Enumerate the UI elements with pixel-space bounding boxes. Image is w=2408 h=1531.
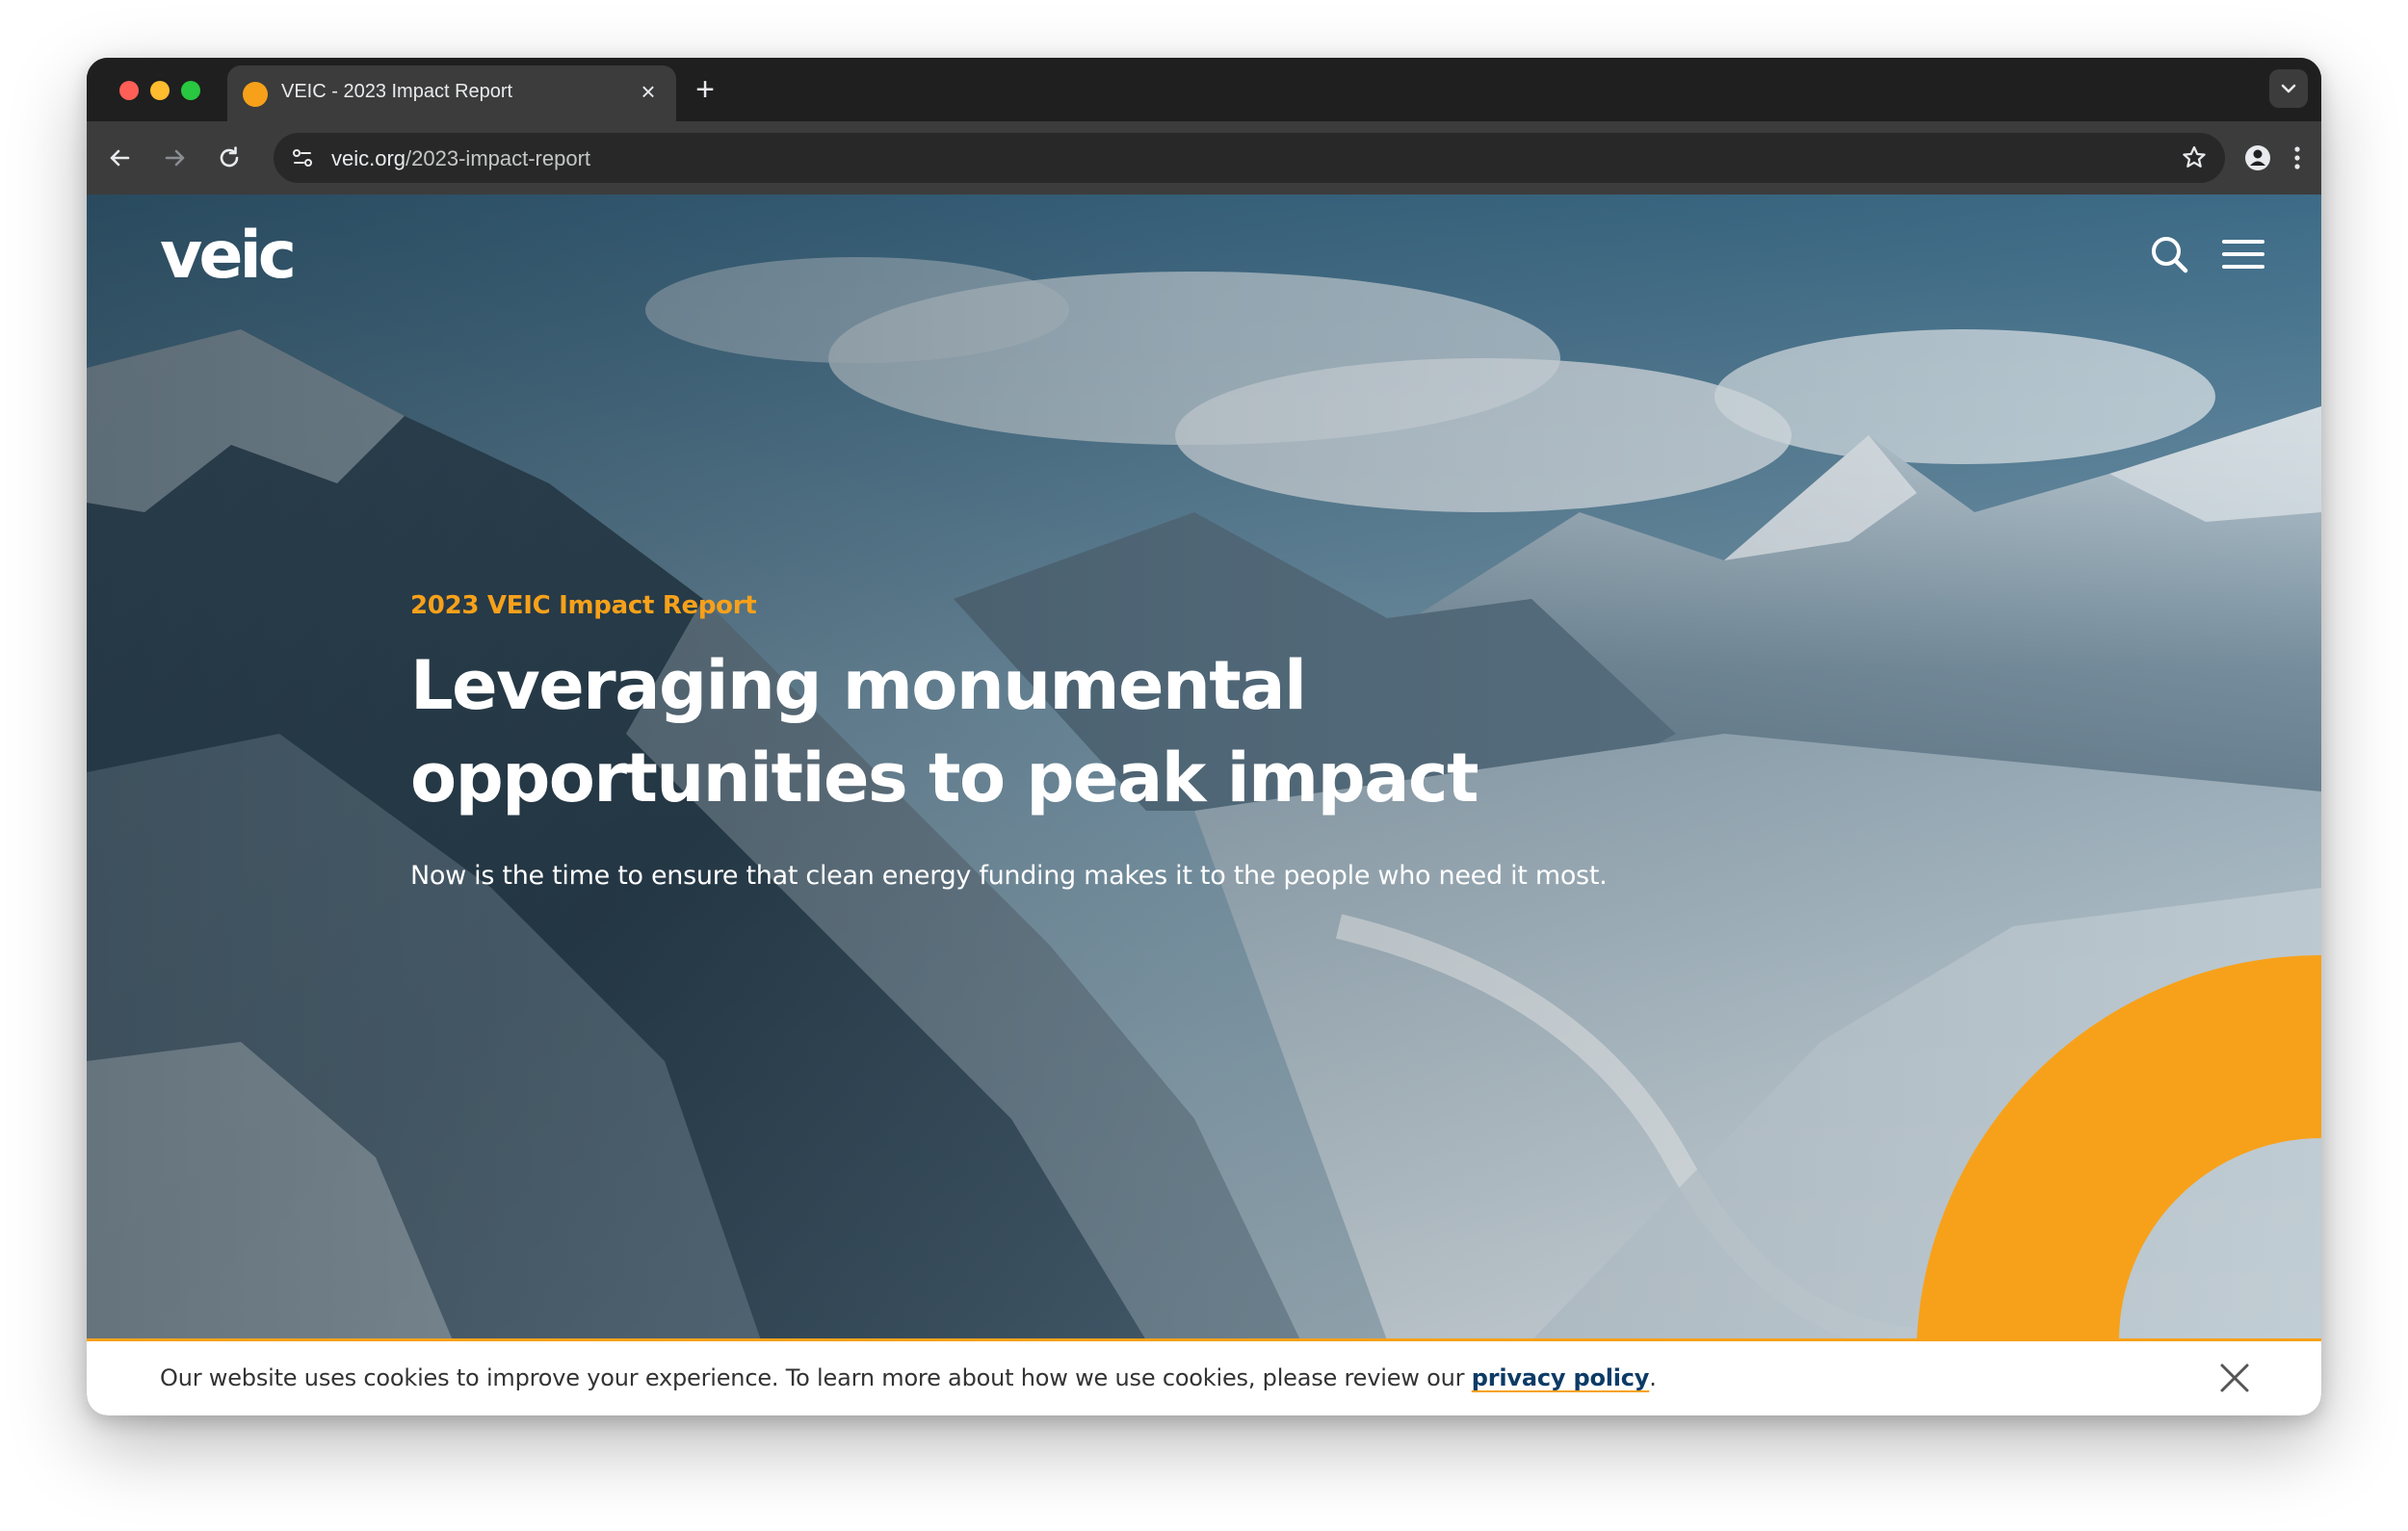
star-icon xyxy=(2183,145,2206,168)
hero-subhead: Now is the time to ensure that clean ene… xyxy=(410,861,1608,891)
cookie-message-text: Our website uses cookies to improve your… xyxy=(160,1364,1472,1391)
veic-logo[interactable]: veic xyxy=(160,223,297,289)
menu-button[interactable] xyxy=(2221,235,2265,273)
tab-close-icon[interactable]: × xyxy=(634,77,663,106)
browser-window: VEIC - 2023 Impact Report × + veic.org/2… xyxy=(87,58,2321,1415)
close-window-button[interactable] xyxy=(119,81,139,100)
hero-headline-line-1: Leveraging monumental xyxy=(410,646,1307,725)
hamburger-menu-icon xyxy=(2222,240,2264,269)
reload-button[interactable] xyxy=(212,141,247,175)
veic-favicon-icon xyxy=(243,82,268,107)
search-button[interactable] xyxy=(2148,233,2190,275)
minimize-window-button[interactable] xyxy=(150,81,170,100)
new-tab-button[interactable]: + xyxy=(688,73,722,108)
more-vertical-icon xyxy=(2294,146,2300,169)
cookie-banner: Our website uses cookies to improve your… xyxy=(87,1338,2321,1415)
hero-headline: Leveraging monumental opportunities to p… xyxy=(410,639,1566,824)
profile-icon xyxy=(2245,145,2270,170)
tab-veic-impact-report[interactable]: VEIC - 2023 Impact Report × xyxy=(227,65,676,121)
arrow-right-icon xyxy=(165,149,185,167)
search-icon xyxy=(2152,237,2188,273)
hero-headline-line-2: opportunities to peak impact xyxy=(410,739,1479,817)
privacy-policy-link[interactable]: privacy policy xyxy=(1472,1364,1650,1391)
tab-title: VEIC - 2023 Impact Report xyxy=(281,81,513,102)
maximize-window-button[interactable] xyxy=(181,81,200,100)
tab-search-button[interactable] xyxy=(2269,69,2308,108)
tab-strip: VEIC - 2023 Impact Report × + xyxy=(87,58,2321,121)
orange-arc-decoration xyxy=(1917,955,2321,1340)
chevron-down-icon xyxy=(2281,84,2296,93)
address-bar[interactable]: veic.org/2023-impact-report xyxy=(274,133,2225,183)
bookmark-button[interactable] xyxy=(2177,141,2212,175)
url-text[interactable]: veic.org/2023-impact-report xyxy=(331,146,590,171)
forward-button[interactable] xyxy=(158,141,193,175)
close-icon xyxy=(2220,1363,2249,1392)
page-viewport: veic 2023 VEIC Impact Report Leveraging … xyxy=(87,195,2321,1415)
cookie-message: Our website uses cookies to improve your… xyxy=(160,1364,1657,1391)
reload-icon xyxy=(220,146,239,168)
site-info-button[interactable] xyxy=(285,141,320,175)
cookie-close-button[interactable] xyxy=(2217,1361,2252,1395)
browser-menu-button[interactable] xyxy=(2283,139,2312,177)
hero-content: 2023 VEIC Impact Report Leveraging monum… xyxy=(410,591,1951,891)
browser-toolbar: veic.org/2023-impact-report xyxy=(87,121,2321,195)
back-button[interactable] xyxy=(102,141,137,175)
profile-button[interactable] xyxy=(2238,139,2277,177)
url-path: /2023-impact-report xyxy=(406,146,591,170)
site-settings-icon xyxy=(293,149,312,167)
cookie-message-end: . xyxy=(1649,1364,1657,1391)
url-domain: veic.org xyxy=(331,146,406,170)
hero-eyebrow: 2023 VEIC Impact Report xyxy=(410,591,757,620)
arrow-left-icon xyxy=(110,149,130,167)
